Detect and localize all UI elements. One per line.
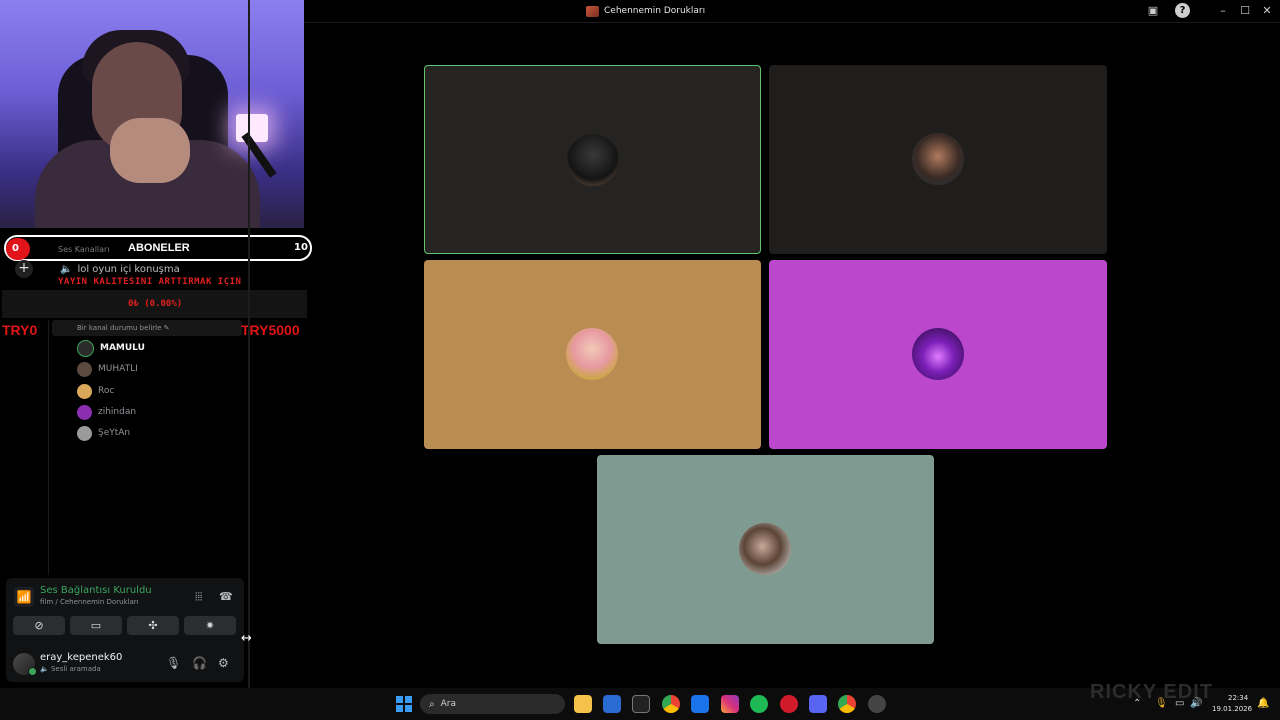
search-label: Ara bbox=[440, 699, 456, 709]
webcam-feed bbox=[0, 0, 304, 228]
window-title: Cehennemin Dorukları bbox=[604, 6, 706, 16]
donation-progress-text: 0₺ (0.00%) bbox=[128, 299, 183, 309]
server-icon bbox=[586, 5, 599, 17]
search-icon: ⌕ bbox=[429, 698, 435, 710]
maximize-button[interactable]: ☐ bbox=[1237, 3, 1253, 19]
webcam-hands bbox=[110, 118, 190, 183]
microphone-icon[interactable]: 🎙 bbox=[1155, 698, 1168, 709]
avatar bbox=[77, 383, 92, 399]
member-name: zihindan bbox=[98, 407, 137, 417]
voice-member[interactable]: MAMULU bbox=[77, 339, 145, 357]
window-title-group: Cehennemin Dorukları bbox=[586, 4, 705, 18]
activities-icon: ✣ bbox=[148, 619, 158, 632]
subscriber-current-count: 0 bbox=[6, 238, 30, 260]
avatar bbox=[77, 361, 92, 377]
disconnect-icon[interactable]: ☎ bbox=[219, 590, 233, 603]
voice-member[interactable]: Roc bbox=[77, 382, 114, 400]
speaker-icon: 🔈 bbox=[40, 665, 49, 673]
epic-games-icon[interactable] bbox=[632, 695, 650, 713]
resize-cursor-icon: ↔ bbox=[241, 631, 252, 646]
camera-off-button[interactable]: ⊘ bbox=[13, 616, 65, 635]
voice-member[interactable]: MUHATLI bbox=[77, 360, 138, 378]
avatar bbox=[912, 133, 964, 185]
speaker-icon: 🔈 bbox=[60, 264, 73, 275]
discord-icon[interactable] bbox=[809, 695, 827, 713]
file-explorer-icon[interactable] bbox=[574, 695, 592, 713]
video-tile[interactable] bbox=[424, 260, 761, 449]
volume-icon[interactable]: 🔊 bbox=[1190, 698, 1202, 709]
activities-button[interactable]: ✣ bbox=[127, 616, 179, 635]
signal-icon[interactable]: 📶 bbox=[14, 587, 34, 607]
clock-date[interactable]: 19.01.2026 bbox=[1212, 705, 1252, 713]
channel-status-placeholder: Bir kanal durumu belirle ✎ bbox=[77, 324, 170, 332]
voice-channel-item[interactable]: 🔈 lol oyun içi konuşma bbox=[60, 264, 180, 275]
video-tile[interactable] bbox=[424, 65, 761, 254]
noise-suppression-icon[interactable]: ⦙⦙⦙ bbox=[195, 590, 202, 604]
avatar bbox=[739, 523, 791, 575]
video-tile[interactable] bbox=[769, 65, 1107, 254]
member-name: Roc bbox=[98, 386, 115, 396]
help-icon[interactable]: ? bbox=[1175, 3, 1190, 18]
chrome-icon[interactable] bbox=[838, 695, 856, 713]
headphones-icon[interactable]: 🎧 bbox=[192, 656, 207, 670]
online-status-dot bbox=[28, 667, 37, 676]
window-titlebar bbox=[304, 0, 1280, 23]
subscriber-goal-target: 10 bbox=[294, 242, 308, 253]
avatar bbox=[912, 328, 964, 380]
notification-icon[interactable]: 🔔 bbox=[1257, 698, 1269, 709]
member-name: MUHATLI bbox=[98, 364, 138, 374]
app-red-icon[interactable] bbox=[780, 695, 798, 713]
add-server-button[interactable]: + bbox=[15, 260, 33, 278]
voice-channels-header: Ses Kanalları bbox=[58, 245, 110, 254]
avatar bbox=[77, 404, 92, 420]
video-tile[interactable] bbox=[597, 455, 934, 644]
avatar bbox=[77, 425, 92, 441]
minimize-button[interactable]: – bbox=[1215, 3, 1231, 19]
soundboard-button[interactable]: ✷ bbox=[184, 616, 236, 635]
mail-icon[interactable] bbox=[691, 695, 709, 713]
screen-share-button[interactable]: ▭ bbox=[70, 616, 122, 635]
member-name: ŞeYtAn bbox=[98, 428, 131, 438]
voice-member[interactable]: zihindan bbox=[77, 403, 136, 421]
instagram-icon[interactable] bbox=[721, 695, 739, 713]
spotify-icon[interactable] bbox=[750, 695, 768, 713]
avatar bbox=[77, 339, 94, 357]
subscriber-goal-title: ABONELER bbox=[128, 242, 190, 254]
member-name: MAMULU bbox=[100, 343, 145, 353]
video-tile[interactable] bbox=[769, 260, 1107, 449]
gear-icon[interactable]: ⚙ bbox=[218, 656, 229, 670]
channel-tree-line bbox=[48, 320, 49, 575]
windows-start-icon[interactable] bbox=[396, 696, 412, 712]
sidebar-divider bbox=[248, 0, 250, 690]
donation-notice: YAYIN KALITESINI ARTTIRMAK IÇIN bbox=[58, 277, 242, 287]
avatar bbox=[566, 328, 618, 380]
store-icon[interactable] bbox=[603, 695, 621, 713]
chevron-up-icon[interactable]: ⌃ bbox=[1133, 698, 1141, 709]
pencil-icon: ✎ bbox=[163, 324, 170, 332]
taskbar-search[interactable]: ⌕ Ara bbox=[420, 694, 565, 714]
microphone-icon[interactable]: 🎙 bbox=[166, 656, 181, 670]
screen-share-icon: ▭ bbox=[90, 619, 102, 632]
close-button[interactable]: ✕ bbox=[1259, 3, 1275, 19]
voice-channel-label: lol oyun içi konuşma bbox=[77, 264, 180, 275]
user-status: 🔈 Sesli aramada bbox=[40, 665, 101, 673]
user-name[interactable]: eray_kepenek60 bbox=[40, 652, 122, 663]
chrome-icon[interactable] bbox=[662, 695, 680, 713]
inbox-icon[interactable]: ▣ bbox=[1145, 3, 1161, 19]
camera-off-icon: ⊘ bbox=[34, 619, 44, 632]
soundboard-icon: ✷ bbox=[205, 619, 215, 632]
obs-icon[interactable] bbox=[868, 695, 886, 713]
voice-member[interactable]: ŞeYtAn bbox=[77, 424, 130, 442]
donation-goal-min: TRY0 bbox=[2, 322, 38, 338]
network-icon[interactable]: ▭ bbox=[1175, 698, 1184, 709]
clock-time[interactable]: 22:34 bbox=[1228, 694, 1248, 702]
avatar bbox=[567, 134, 619, 186]
voice-connection-title[interactable]: Ses Bağlantısı Kuruldu bbox=[40, 585, 152, 596]
voice-connection-channel[interactable]: film / Cehennemin Dorukları bbox=[40, 598, 139, 606]
